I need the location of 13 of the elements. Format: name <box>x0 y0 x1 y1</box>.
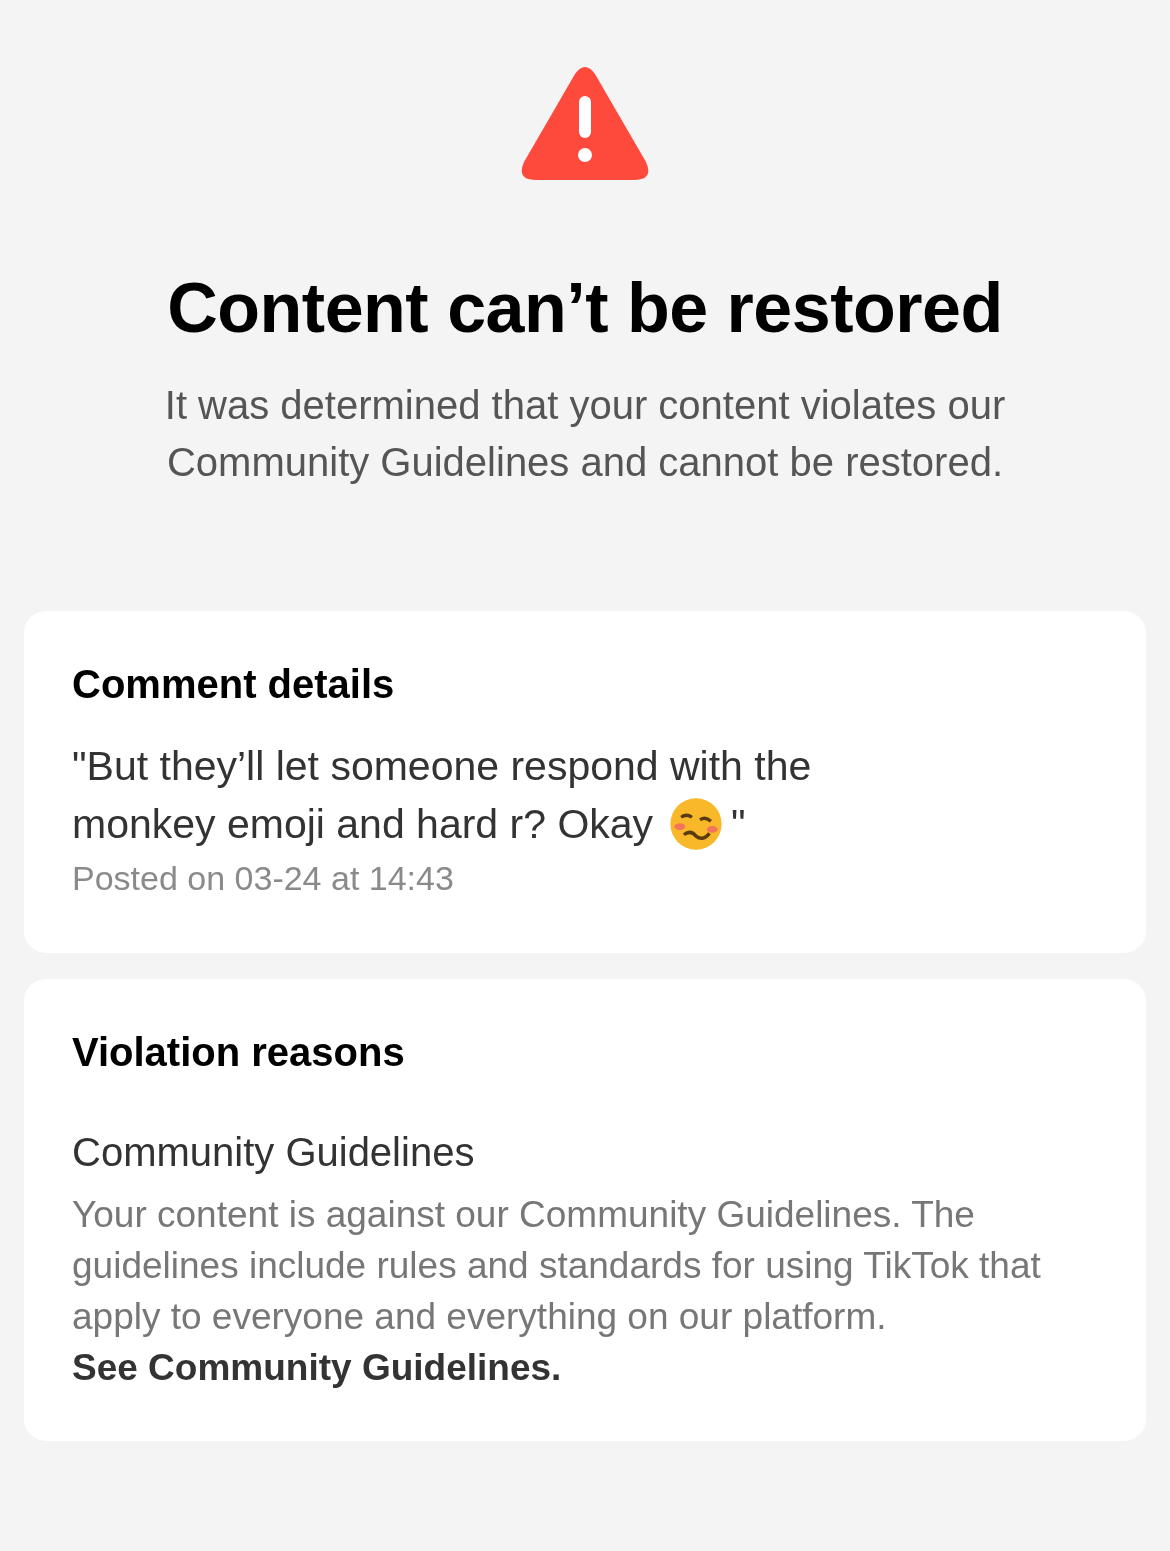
warning-icon <box>520 66 650 182</box>
section-heading: Violation reasons <box>72 1029 406 1076</box>
posted-date: Posted on 03-24 at 14:43 <box>72 858 455 899</box>
comment-text: "But they’ll let someone respond with the <box>72 742 813 791</box>
reason-text: Your content is against our Community Guidelines. The guidelines include rules and standards for using TikTok that apply to everyone and everything on our platform. See Community Guidelines. <box>72 1193 1042 1390</box>
woozy-face-icon <box>669 797 724 851</box>
reason-title: Community Guidelines <box>72 1129 476 1176</box>
closing-quote: " <box>731 800 746 849</box>
guidelines-link[interactable]: See Community Guidelines. <box>72 1347 562 1388</box>
section-heading: Comment details <box>72 661 396 708</box>
message-text: It was determined that your content violates our Community Guidelines and cannot be restored. <box>163 382 1007 486</box>
page-title: Content can’t be restored <box>167 270 1003 347</box>
comment-text: monkey emoji and hard r? Okay <box>72 800 654 849</box>
